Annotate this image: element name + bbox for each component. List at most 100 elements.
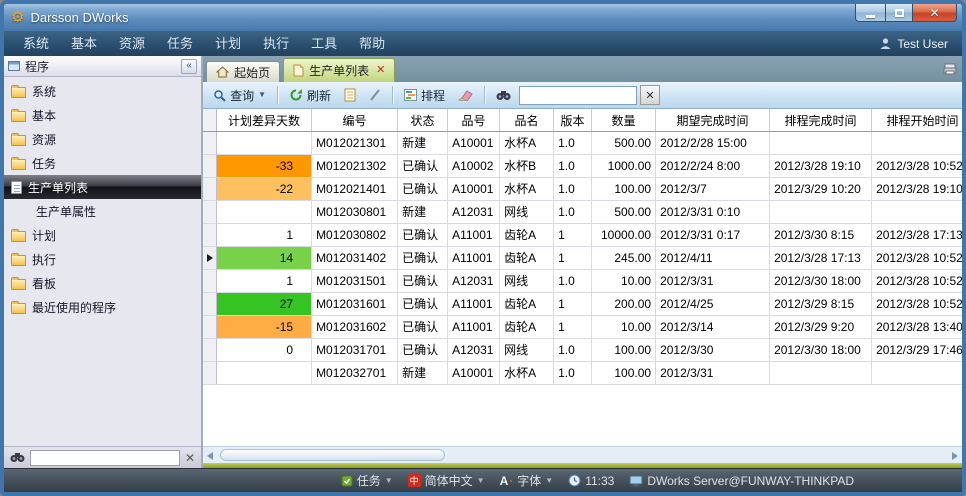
find-button[interactable] [491,88,516,103]
table-row[interactable]: 1M012031501已确认A12031网线1.010.002012/3/312… [203,270,962,293]
cell-sched_start[interactable]: 2012/3/28 19:10 [872,178,962,201]
menu-item[interactable]: 计划 [204,31,252,56]
sidebar-item[interactable]: 看板 [4,271,201,295]
scroll-right-icon[interactable] [952,452,958,460]
cell-no[interactable]: M012031601 [312,293,398,316]
tasks-status-button[interactable]: 任务 ▼ [336,472,398,489]
collapse-sidebar-button[interactable]: « [181,59,197,74]
cell-no[interactable]: M012021401 [312,178,398,201]
cell-sched_end[interactable]: 2012/3/28 17:13 [770,247,872,270]
cell-no[interactable]: M012031701 [312,339,398,362]
cell-part_name[interactable]: 水杯A [500,362,554,385]
menu-item[interactable]: 执行 [252,31,300,56]
cell-part_name[interactable]: 水杯B [500,155,554,178]
toolbar-search-clear-button[interactable]: ✕ [640,85,660,105]
cell-ver[interactable]: 1 [554,224,592,247]
cell-expect[interactable]: 2012/2/24 8:00 [656,155,770,178]
table-row[interactable]: -33M012021302已确认A10002水杯B1.01000.002012/… [203,155,962,178]
cell-sched_end[interactable]: 2012/3/29 10:20 [770,178,872,201]
cell-sched_end[interactable]: 2012/3/30 18:00 [770,270,872,293]
cell-diff[interactable]: 1 [217,270,312,293]
menu-item[interactable]: 工具 [300,31,348,56]
horizontal-scrollbar[interactable] [203,446,962,463]
cell-part_name[interactable]: 网线 [500,201,554,224]
cell-ver[interactable]: 1.0 [554,270,592,293]
user-area[interactable]: Test User [879,37,954,51]
cell-part_no[interactable]: A11001 [448,224,500,247]
cell-sched_start[interactable]: 2012/3/29 17:46 [872,339,962,362]
sidebar-item[interactable]: 基本 [4,103,201,127]
cell-part_name[interactable]: 齿轮A [500,247,554,270]
cell-expect[interactable]: 2012/4/25 [656,293,770,316]
cell-status[interactable]: 新建 [398,362,448,385]
cell-expect[interactable]: 2012/3/31 0:10 [656,201,770,224]
cell-no[interactable]: M012031402 [312,247,398,270]
column-header[interactable]: 编号 [312,109,398,131]
row-selector[interactable] [203,270,217,293]
row-selector[interactable] [203,132,217,155]
cell-part_name[interactable]: 水杯A [500,132,554,155]
cell-qty[interactable]: 100.00 [592,339,656,362]
cell-sched_end[interactable] [770,362,872,385]
cell-part_name[interactable]: 水杯A [500,178,554,201]
cell-diff[interactable]: -15 [217,316,312,339]
cell-sched_end[interactable]: 2012/3/28 19:10 [770,155,872,178]
cell-diff[interactable]: 0 [217,339,312,362]
cell-part_name[interactable]: 网线 [500,270,554,293]
cell-sched_end[interactable] [770,132,872,155]
cell-part_name[interactable]: 齿轮A [500,293,554,316]
cell-part_name[interactable]: 齿轮A [500,316,554,339]
row-selector[interactable] [203,293,217,316]
column-header[interactable]: 计划差异天数 [217,109,312,131]
cell-sched_start[interactable] [872,132,962,155]
sidebar-item[interactable]: 执行 [4,247,201,271]
cell-part_no[interactable]: A10001 [448,178,500,201]
cell-no[interactable]: M012031602 [312,316,398,339]
tab-close-icon[interactable]: ✕ [376,65,385,76]
cell-status[interactable]: 已确认 [398,178,448,201]
cell-part_name[interactable]: 网线 [500,339,554,362]
column-header[interactable]: 数量 [592,109,656,131]
cell-sched_start[interactable]: 2012/3/28 17:13 [872,224,962,247]
cell-sched_end[interactable]: 2012/3/29 9:20 [770,316,872,339]
column-header[interactable]: 版本 [554,109,592,131]
sidebar-search-input[interactable] [30,450,180,466]
cell-sched_start[interactable]: 2012/3/28 10:52 [872,270,962,293]
table-row[interactable]: 1M012030802已确认A11001齿轮A110000.002012/3/3… [203,224,962,247]
cell-sched_start[interactable]: 2012/3/28 10:52 [872,247,962,270]
cell-part_no[interactable]: A10002 [448,155,500,178]
cell-expect[interactable]: 2012/3/14 [656,316,770,339]
cell-diff[interactable] [217,201,312,224]
scrollbar-thumb[interactable] [220,449,445,461]
table-row[interactable]: M012032701新建A10001水杯A1.0100.002012/3/31 [203,362,962,385]
new-button[interactable] [339,86,361,104]
cell-sched_start[interactable] [872,201,962,224]
cell-status[interactable]: 已确认 [398,224,448,247]
cell-part_no[interactable]: A11001 [448,293,500,316]
cell-status[interactable]: 已确认 [398,270,448,293]
row-selector[interactable] [203,178,217,201]
printer-icon[interactable] [943,63,957,75]
menu-item[interactable]: 任务 [156,31,204,56]
cell-part_no[interactable]: A10001 [448,362,500,385]
cell-expect[interactable]: 2012/3/7 [656,178,770,201]
column-header[interactable]: 期望完成时间 [656,109,770,131]
cell-ver[interactable]: 1.0 [554,339,592,362]
cell-diff[interactable]: 14 [217,247,312,270]
cell-qty[interactable]: 100.00 [592,178,656,201]
table-row[interactable]: -15M012031602已确认A11001齿轮A110.002012/3/14… [203,316,962,339]
minimize-button[interactable] [855,4,885,22]
cell-sched_start[interactable]: 2012/3/28 13:40 [872,316,962,339]
tab-production-order-list[interactable]: 生产单列表 ✕ [283,58,395,82]
cell-ver[interactable]: 1.0 [554,155,592,178]
cell-status[interactable]: 新建 [398,201,448,224]
sidebar-item[interactable]: 生产单属性 [4,199,201,223]
menu-item[interactable]: 资源 [108,31,156,56]
cell-part_no[interactable]: A12031 [448,339,500,362]
table-row[interactable]: 14M012031402已确认A11001齿轮A1245.002012/4/11… [203,247,962,270]
cell-diff[interactable] [217,132,312,155]
cell-ver[interactable]: 1 [554,293,592,316]
column-header[interactable]: 品名 [500,109,554,131]
eraser-button[interactable] [453,87,478,103]
cell-part_name[interactable]: 齿轮A [500,224,554,247]
